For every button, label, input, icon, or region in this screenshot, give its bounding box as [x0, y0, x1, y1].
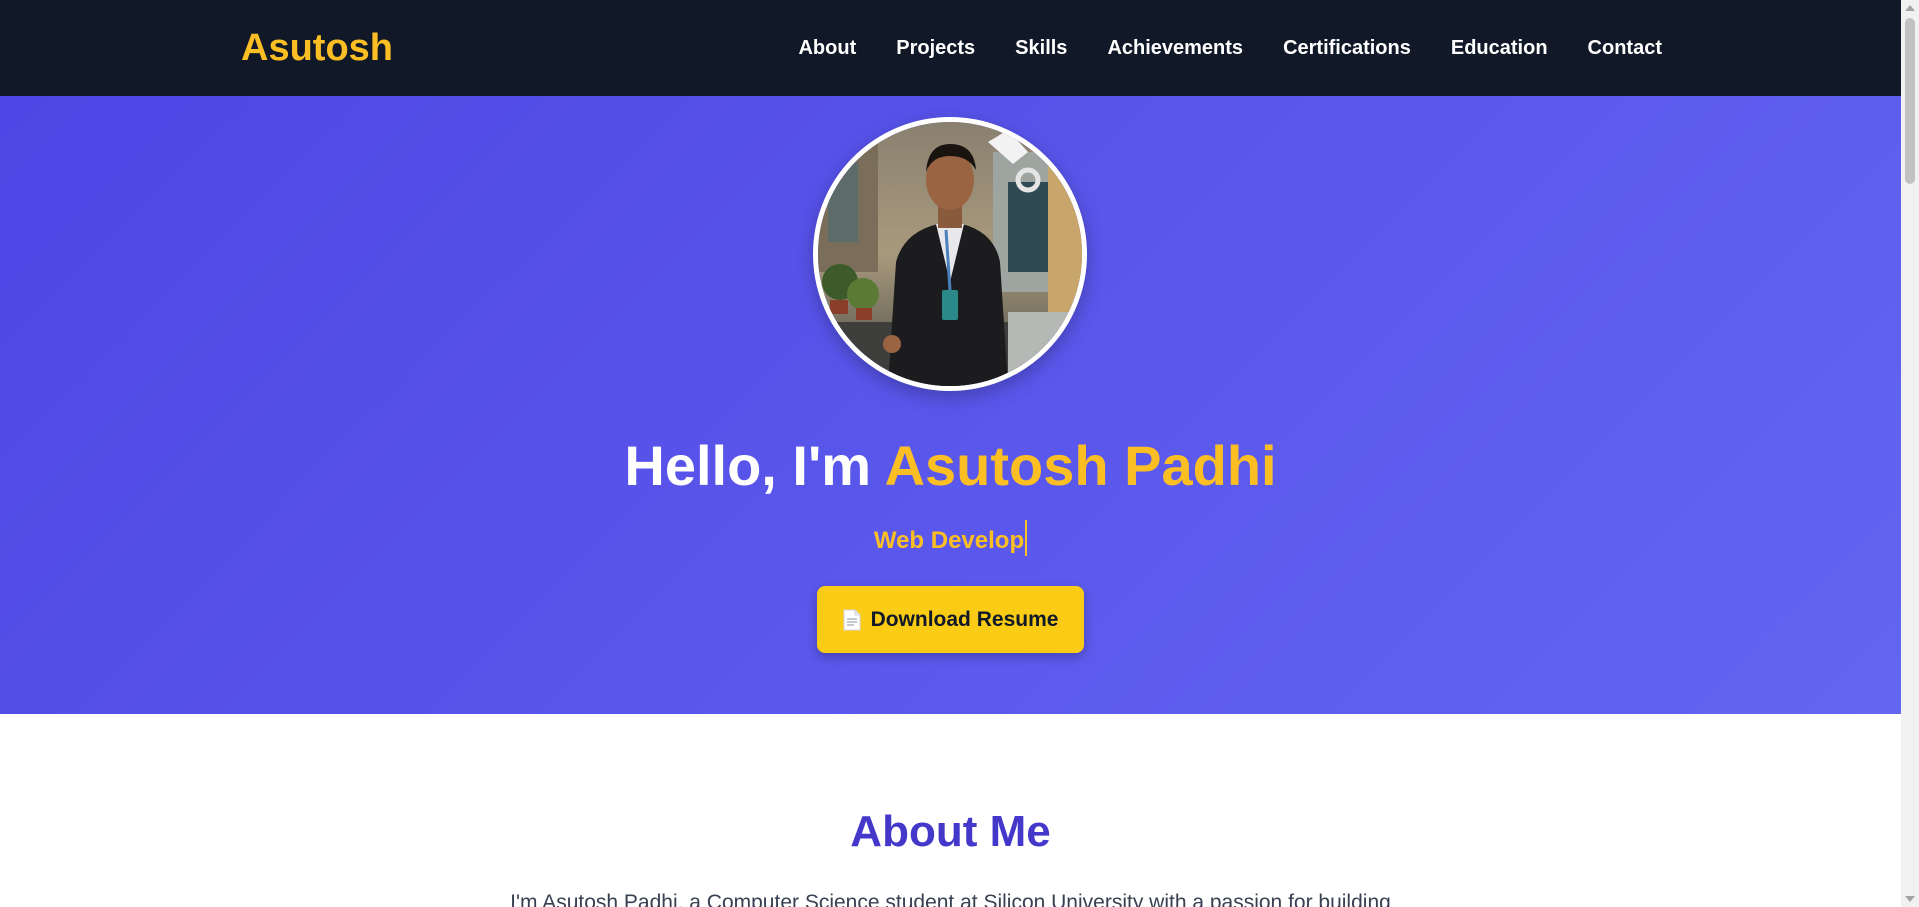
download-resume-button[interactable]: Download Resume: [817, 586, 1084, 653]
nav-links: About Projects Skills Achievements Certi…: [798, 36, 1662, 60]
nav-link-projects[interactable]: Projects: [896, 36, 975, 60]
scroll-thumb[interactable]: [1905, 18, 1915, 184]
about-paragraph: I'm Asutosh Padhi, a Computer Science st…: [510, 891, 1391, 907]
page-scrollbar[interactable]: [1901, 0, 1919, 907]
nav-link-contact[interactable]: Contact: [1588, 36, 1662, 60]
hero-heading: Hello, I'm Asutosh Padhi: [0, 434, 1901, 498]
nav-link-about[interactable]: About: [798, 36, 856, 60]
typing-subtitle: Web Develop: [0, 520, 1901, 558]
profile-avatar: [813, 117, 1087, 391]
profile-photo: [818, 122, 1082, 386]
download-resume-label: Download Resume: [870, 607, 1059, 631]
scroll-down-icon[interactable]: [1905, 896, 1915, 902]
page-content: Asutosh About Projects Skills Achievemen…: [0, 0, 1901, 907]
hero-greeting: Hello, I'm: [624, 434, 885, 497]
about-heading: About Me: [850, 807, 1051, 856]
typing-text: Web Develop: [873, 527, 1025, 554]
typing-cursor: [1025, 520, 1028, 556]
scroll-up-icon[interactable]: [1905, 5, 1915, 11]
document-icon: [843, 609, 861, 631]
brand-logo[interactable]: Asutosh: [241, 24, 393, 72]
top-navbar: Asutosh About Projects Skills Achievemen…: [0, 0, 1901, 96]
nav-link-education[interactable]: Education: [1451, 36, 1548, 60]
nav-link-certifications[interactable]: Certifications: [1283, 36, 1411, 60]
hero-section: Hello, I'm Asutosh Padhi Web Develop Dow…: [0, 96, 1901, 714]
hero-name: Asutosh Padhi: [884, 434, 1277, 497]
nav-link-skills[interactable]: Skills: [1015, 36, 1067, 60]
nav-link-achievements[interactable]: Achievements: [1107, 36, 1243, 60]
portfolio-page: Asutosh About Projects Skills Achievemen…: [0, 0, 1919, 907]
